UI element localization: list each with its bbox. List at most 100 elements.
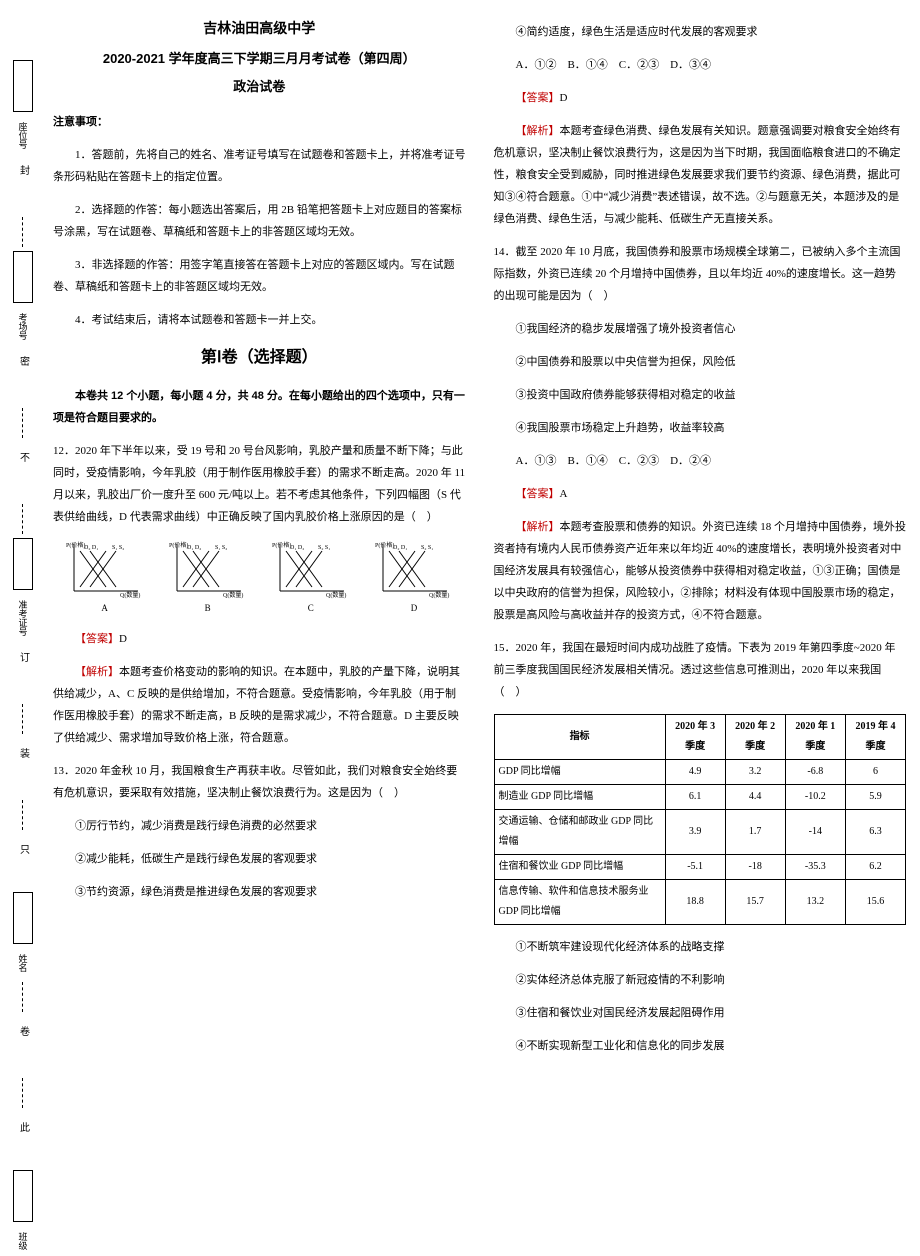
lbl-examid: 准考证号 <box>14 600 32 636</box>
lbl-class: 班级 <box>14 1232 32 1250</box>
part1-heading: 第Ⅰ卷（选择题） <box>53 342 466 374</box>
q12-exp-label: 【解析】 <box>75 666 119 678</box>
part1-desc: 本卷共 12 个小题，每小题 4 分，共 48 分。在每小题给出的四个选项中，只… <box>53 385 466 429</box>
q12-ans-label: 【答案】 <box>75 633 119 645</box>
q15-opt2: ②实体经济总体克服了新冠疫情的不利影响 <box>494 969 907 991</box>
q14-exp: 本题考查股票和债券的知识。外资已连续 18 个月增持中国债券，境外投资者持有境内… <box>494 521 907 621</box>
q14-exp-label: 【解析】 <box>516 521 560 533</box>
svg-text:D₂ D₁: D₂ D₁ <box>393 545 407 551</box>
svg-text:Q(数量): Q(数量) <box>429 591 449 599</box>
table-row: GDP 同比增幅4.93.2-6.86 <box>494 760 906 785</box>
svg-text:P(价格): P(价格) <box>66 541 85 549</box>
th: 2020 年 3 季度 <box>665 715 725 760</box>
fold-char: 封 <box>13 165 33 203</box>
table-row: 信息传输、软件和信息技术服务业 GDP 同比增幅18.815.713.215.6 <box>494 880 906 925</box>
dash <box>22 982 23 1012</box>
chart-d: P(价格) Q(数量) D₂ D₁ S₂ S₁ D <box>374 539 454 617</box>
th: 2020 年 1 季度 <box>785 715 845 760</box>
q15-table: 指标 2020 年 3 季度 2020 年 2 季度 2020 年 1 季度 2… <box>494 714 907 925</box>
q13-opt1: ①厉行节约，减少消费是践行绿色消费的必然要求 <box>53 815 466 837</box>
table-row: 制造业 GDP 同比增幅6.14.4-10.25.9 <box>494 785 906 810</box>
notice-2: 2．选择题的作答：每小题选出答案后，用 2B 铅笔把答题卡上对应题目的答案标号涂… <box>53 199 466 243</box>
chart-a: P(价格) Q(数量) D₂ D₁ S₁ S₂ A <box>65 539 145 617</box>
q14-opt4: ④我国股票市场稳定上升趋势，收益率较高 <box>494 417 907 439</box>
q14-stem: 14．截至 2020 年 10 月底，我国债券和股票市场规模全球第二，已被纳入多… <box>494 241 907 307</box>
notice-heading: 注意事项： <box>53 111 466 133</box>
svg-text:P(价格): P(价格) <box>169 541 188 549</box>
notice-1: 1．答题前，先将自己的姓名、准考证号填写在试题卷和答题卡上，并将准考证号条形码粘… <box>53 144 466 188</box>
table-row: 交通运输、仓储和邮政业 GDP 同比增幅3.91.7-146.3 <box>494 810 906 855</box>
q13-stem: 13．2020 年金秋 10 月，我国粮食生产再获丰收。尽管如此，我们对粮食安全… <box>53 760 466 804</box>
dash <box>22 1078 23 1108</box>
dash <box>22 217 23 247</box>
q15-stem: 15．2020 年，我国在最短时间内成功战胜了疫情。下表为 2019 年第四季度… <box>494 637 907 703</box>
q14-ans: A <box>560 488 568 500</box>
svg-text:D₂ D₁: D₂ D₁ <box>84 545 98 551</box>
column-right: ④简约适度，绿色生活是适应时代发展的客观要求 A．①② B．①④ C．②③ D．… <box>480 0 920 1256</box>
q13-exp-label: 【解析】 <box>516 125 560 137</box>
notice-4: 4．考试结束后，请将本试题卷和答题卡一并上交。 <box>53 309 466 331</box>
column-left: 吉林油田高级中学 2020-2021 学年度高三下学期三月月考试卷（第四周） 政… <box>45 0 480 1256</box>
q13-opt4: ④简约适度，绿色生活是适应时代发展的客观要求 <box>494 21 907 43</box>
name-box <box>13 892 33 944</box>
svg-text:Q(数量): Q(数量) <box>120 591 140 599</box>
zhi-char: 只 <box>13 844 33 882</box>
lbl-seat: 座位号 <box>14 122 32 149</box>
chart-b-label: B <box>205 603 211 613</box>
lbl-room: 考场号 <box>14 313 32 340</box>
subject-title: 政治试卷 <box>53 74 466 100</box>
q14-ans-label: 【答案】 <box>516 488 560 500</box>
q13-opt2: ②减少能耗，低碳生产是践行绿色发展的客观要求 <box>53 848 466 870</box>
ci-char: 此 <box>13 1122 33 1160</box>
no-char: 不 <box>13 452 33 490</box>
th: 指标 <box>494 715 665 760</box>
svg-text:P(价格): P(价格) <box>375 541 394 549</box>
q12-charts: P(价格) Q(数量) D₂ D₁ S₁ S₂ A P(价格) Q(数量) D₁ D₂… <box>53 539 466 617</box>
q13-ans-label: 【答案】 <box>516 92 560 104</box>
juan-char: 卷 <box>13 1026 33 1064</box>
chart-b: P(价格) Q(数量) D₁ D₂ S₁ S₂ B <box>168 539 248 617</box>
q14-opt1: ①我国经济的稳步发展增强了境外投资者信心 <box>494 318 907 340</box>
examid-box <box>13 538 33 590</box>
svg-text:D₁ D₂: D₁ D₂ <box>187 545 201 551</box>
q12-stem: 12．2020 年下半年以来，受 19 号和 20 号台风影响，乳胶产量和质量不… <box>53 440 466 528</box>
q13-opt3: ③节约资源，绿色消费是推进绿色发展的客观要求 <box>53 881 466 903</box>
chart-a-label: A <box>101 603 108 613</box>
q14-opt3: ③投资中国政府债券能够获得相对稳定的收益 <box>494 384 907 406</box>
svg-text:Q(数量): Q(数量) <box>326 591 346 599</box>
seat-box <box>13 60 33 112</box>
room-box <box>13 251 33 303</box>
chart-d-label: D <box>411 603 418 613</box>
q14-opt2: ②中国债券和股票以中央信誉为担保，风险低 <box>494 351 907 373</box>
zhuang-char: 装 <box>13 748 33 786</box>
dash <box>22 408 23 438</box>
q14-choice: A．①③ B．①④ C．②③ D．②④ <box>494 450 907 472</box>
svg-text:Q(数量): Q(数量) <box>223 591 243 599</box>
q15-opt3: ③住宿和餐饮业对国民经济发展起阻碍作用 <box>494 1002 907 1024</box>
q13-exp: 本题考查绿色消费、绿色发展有关知识。题意强调要对粮食安全始终有危机意识，坚决制止… <box>494 125 901 225</box>
seal-char: 密 <box>13 356 33 394</box>
q13-ans: D <box>560 92 568 104</box>
exam-title: 2020-2021 学年度高三下学期三月月考试卷（第四周） <box>53 46 466 72</box>
notice-3: 3．非选择题的作答：用签字笔直接答在答题卡上对应的答题区域内。写在试题卷、草稿纸… <box>53 254 466 298</box>
table-row: 住宿和餐饮业 GDP 同比增幅-5.1-18-35.36.2 <box>494 855 906 880</box>
q15-opt4: ④不断实现新型工业化和信息化的同步发展 <box>494 1035 907 1057</box>
th: 2020 年 2 季度 <box>725 715 785 760</box>
class-box <box>13 1170 33 1222</box>
svg-text:S₁ S₂: S₁ S₂ <box>112 545 124 551</box>
q15-opt1: ①不断筑牢建设现代化经济体系的战略支撑 <box>494 936 907 958</box>
chart-c-label: C <box>308 603 314 613</box>
th: 2019 年 4 季度 <box>845 715 905 760</box>
svg-text:D₁ D₂: D₁ D₂ <box>290 545 304 551</box>
lbl-name: 姓名 <box>14 954 32 972</box>
svg-text:S₂ S₁: S₂ S₁ <box>318 545 330 551</box>
school-name: 吉林油田高级中学 <box>53 14 466 42</box>
q12-ans: D <box>119 633 127 645</box>
bind-char: 订 <box>13 652 33 690</box>
svg-text:S₂ S₁: S₂ S₁ <box>421 545 433 551</box>
chart-c: P(价格)Q(数量) D₁ D₂S₂ S₁ C <box>271 539 351 617</box>
q13-choice: A．①② B．①④ C．②③ D．③④ <box>494 54 907 76</box>
svg-text:S₁ S₂: S₁ S₂ <box>215 545 227 551</box>
dash <box>22 704 23 734</box>
dash <box>22 504 23 534</box>
